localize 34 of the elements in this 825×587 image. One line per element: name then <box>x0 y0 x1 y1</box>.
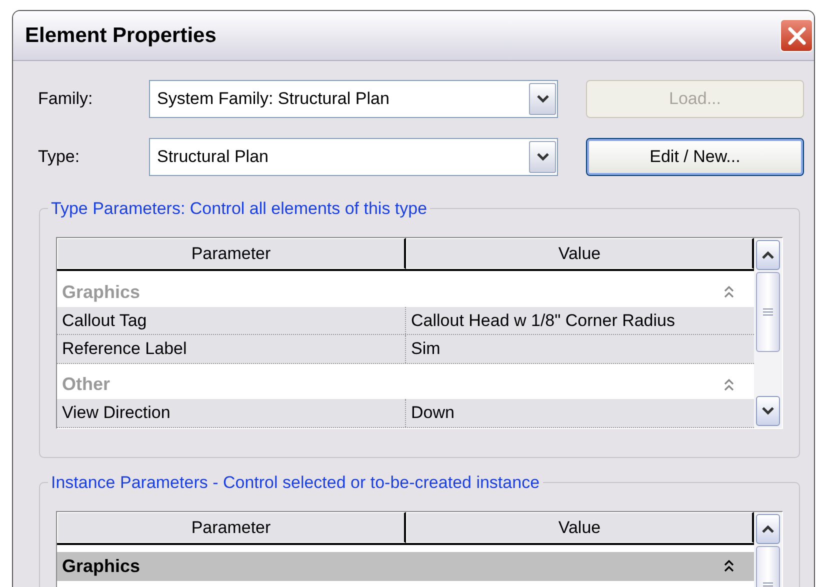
column-header[interactable]: Parameter <box>57 512 406 543</box>
chevron-down-icon <box>536 153 548 161</box>
collapse-icon <box>724 378 734 391</box>
dropdown-field[interactable]: System Family: Structural Plan <box>149 80 558 118</box>
column-header[interactable]: Value <box>406 512 754 543</box>
column-header[interactable]: Parameter <box>57 238 406 269</box>
scroll-thumb-icon <box>763 308 773 316</box>
dropdown-button[interactable] <box>529 141 556 173</box>
column-header[interactable]: Value <box>406 238 754 269</box>
dropdown-button[interactable] <box>529 83 556 115</box>
chevron-down-icon <box>536 95 548 103</box>
scroll-up-icon <box>762 525 774 533</box>
close-button[interactable] <box>780 19 813 52</box>
table-cell: Reference Label <box>57 335 406 362</box>
table-cell: View Direction <box>57 399 406 426</box>
dropdown-field[interactable]: Structural Plan <box>149 138 558 176</box>
field-label: Family: <box>38 88 94 110</box>
table-cell-text: Down <box>410 402 456 424</box>
close-icon <box>786 26 806 46</box>
category-label: Graphics <box>62 280 140 304</box>
field-label: Type: <box>38 146 81 168</box>
category-label: Graphics <box>62 554 140 578</box>
scroll-up-icon <box>762 251 774 259</box>
table-cell-text: Sim <box>410 338 442 360</box>
scroll-down-icon <box>762 406 774 414</box>
table-cell-text: Callout Head w 1/8" Corner Radius <box>410 310 676 332</box>
dialog-button[interactable]: Edit / New... <box>586 138 804 176</box>
scrollbar[interactable] <box>754 238 782 428</box>
category-label: Other <box>62 373 110 396</box>
window-title: Element Properties <box>25 22 216 49</box>
collapse-icon <box>724 286 734 298</box>
category-row[interactable]: Graphics <box>57 552 754 580</box>
table-cell: Callout Tag <box>57 306 406 334</box>
collapse-icon <box>724 560 734 572</box>
